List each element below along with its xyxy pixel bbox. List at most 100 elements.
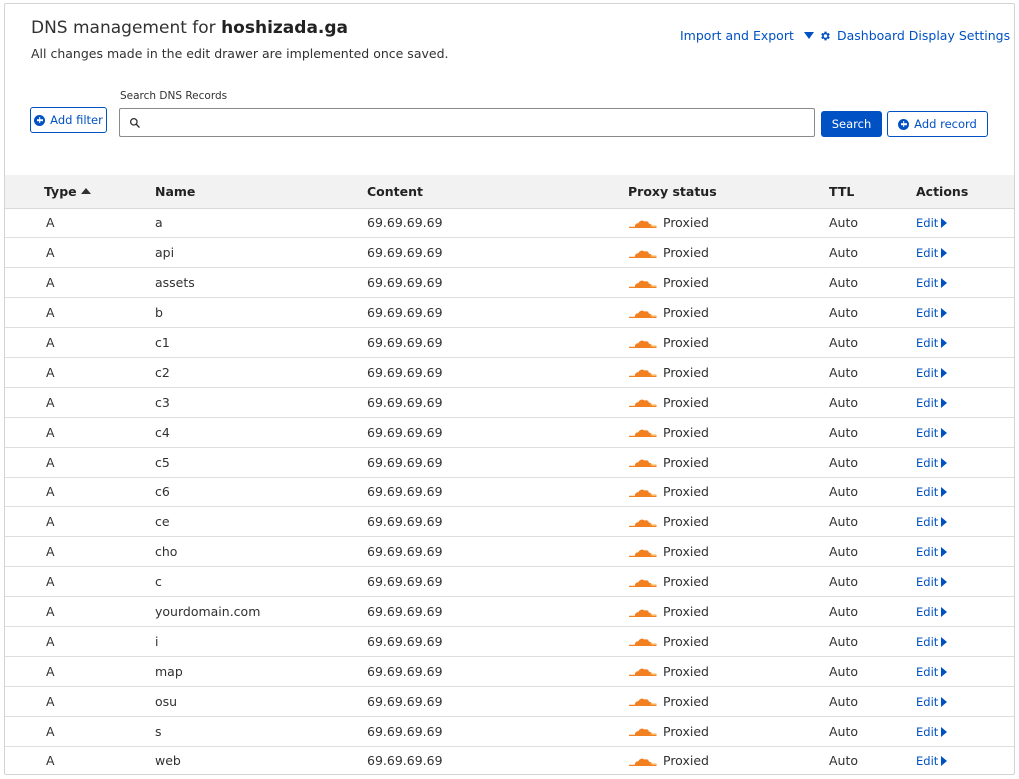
edit-record-link[interactable]: Edit [916, 695, 948, 709]
edit-record-link[interactable]: Edit [916, 575, 948, 589]
add-record-button[interactable]: Add record [887, 111, 988, 137]
edit-record-link[interactable]: Edit [916, 396, 948, 410]
edit-record-link[interactable]: Edit [916, 665, 948, 679]
edit-record-link[interactable]: Edit [916, 216, 948, 231]
edit-label: Edit [916, 485, 939, 500]
caret-right-icon [941, 666, 948, 677]
record-proxy-status: Proxied [628, 387, 829, 418]
dns-records-table: Type Name Content Proxy status TTL Actio… [5, 175, 1014, 774]
record-ttl: Auto [829, 626, 916, 657]
caret-right-icon [941, 577, 948, 588]
record-type: A [5, 208, 155, 239]
proxy-status-label: Proxied [663, 424, 709, 440]
record-type: A [5, 746, 155, 774]
column-header-ttl[interactable]: TTL [829, 175, 916, 209]
proxy-status-label: Proxied [663, 753, 709, 769]
caret-right-icon [941, 218, 948, 229]
caret-right-icon [941, 338, 948, 348]
record-actions: Edit [916, 477, 1014, 508]
dns-records-body: A a 69.69.69.69 Proxied Auto Edit A api … [5, 208, 1014, 774]
record-proxy-status: Proxied [628, 477, 829, 508]
edit-record-link[interactable]: Edit [916, 276, 948, 290]
record-ttl: Auto [829, 267, 916, 299]
dashboard-display-settings-link[interactable]: Dashboard Display Settings [819, 28, 1010, 43]
edit-record-link[interactable]: Edit [916, 485, 948, 500]
record-ttl: Auto [829, 716, 916, 747]
orange-cloud-icon [629, 519, 657, 527]
record-actions: Edit [916, 208, 1014, 239]
edit-record-link[interactable]: Edit [916, 336, 948, 350]
record-name: cho [155, 536, 367, 568]
record-name: map [155, 656, 367, 687]
page-subtitle: All changes made in the edit drawer are … [31, 46, 449, 61]
add-filter-button[interactable]: Add filter [30, 107, 107, 133]
column-header-type-label: Type [44, 183, 77, 199]
proxy-status-label: Proxied [663, 574, 709, 590]
table-row: A map 69.69.69.69 Proxied Auto Edit [5, 656, 1014, 687]
dns-management-panel: DNS management for hoshizada.ga All chan… [4, 3, 1015, 775]
edit-record-link[interactable]: Edit [916, 725, 948, 739]
edit-label: Edit [916, 246, 939, 261]
record-type: A [5, 297, 155, 329]
column-header-content[interactable]: Content [367, 175, 628, 209]
proxy-status-label: Proxied [663, 693, 709, 709]
edit-label: Edit [916, 515, 939, 530]
record-content: 69.69.69.69 [367, 357, 628, 388]
caret-right-icon [941, 636, 948, 647]
record-content: 69.69.69.69 [367, 417, 628, 448]
edit-record-link[interactable]: Edit [916, 634, 948, 649]
record-proxy-status: Proxied [628, 208, 829, 239]
record-content: 69.69.69.69 [367, 267, 628, 299]
record-type: A [5, 626, 155, 657]
search-icon [129, 117, 140, 128]
edit-label: Edit [916, 455, 939, 470]
record-proxy-status: Proxied [628, 417, 829, 448]
edit-label: Edit [916, 216, 939, 231]
search-button[interactable]: Search [821, 111, 882, 137]
edit-record-link[interactable]: Edit [916, 366, 948, 380]
edit-record-link[interactable]: Edit [916, 605, 948, 619]
record-ttl: Auto [829, 447, 916, 478]
import-export-dropdown[interactable]: Import and Export [680, 28, 814, 43]
record-name: c1 [155, 327, 367, 358]
edit-record-link[interactable]: Edit [916, 545, 948, 559]
record-actions: Edit [916, 626, 1014, 657]
caret-right-icon [941, 248, 948, 259]
record-actions: Edit [916, 716, 1014, 747]
edit-record-link[interactable]: Edit [916, 426, 948, 440]
table-row: A assets 69.69.69.69 Proxied Auto Edit [5, 267, 1014, 299]
record-proxy-status: Proxied [628, 686, 829, 717]
record-ttl: Auto [829, 536, 916, 568]
record-content: 69.69.69.69 [367, 506, 628, 538]
record-content: 69.69.69.69 [367, 716, 628, 747]
record-actions: Edit [916, 447, 1014, 478]
edit-record-link[interactable]: Edit [916, 246, 948, 261]
edit-record-link[interactable]: Edit [916, 754, 948, 768]
record-name: api [155, 237, 367, 269]
edit-label: Edit [916, 306, 939, 321]
record-actions: Edit [916, 506, 1014, 538]
caret-right-icon [941, 517, 948, 528]
edit-record-link[interactable]: Edit [916, 455, 948, 470]
caret-right-icon [941, 367, 948, 378]
edit-record-link[interactable]: Edit [916, 306, 948, 321]
proxy-status-label: Proxied [663, 484, 709, 500]
record-type: A [5, 506, 155, 538]
record-ttl: Auto [829, 327, 916, 358]
table-row: A s 69.69.69.69 Proxied Auto Edit [5, 716, 1014, 747]
record-ttl: Auto [829, 746, 916, 774]
caret-right-icon [941, 427, 948, 438]
record-type: A [5, 656, 155, 687]
record-content: 69.69.69.69 [367, 626, 628, 657]
column-header-name[interactable]: Name [155, 175, 367, 209]
record-actions: Edit [916, 327, 1014, 358]
record-type: A [5, 477, 155, 508]
edit-label: Edit [916, 634, 939, 649]
record-name: a [155, 208, 367, 239]
column-header-type[interactable]: Type [5, 175, 155, 209]
edit-record-link[interactable]: Edit [916, 515, 948, 530]
record-content: 69.69.69.69 [367, 297, 628, 329]
table-row: A yourdomain.com 69.69.69.69 Proxied Aut… [5, 596, 1014, 627]
record-type: A [5, 686, 155, 717]
search-input[interactable] [146, 112, 806, 133]
